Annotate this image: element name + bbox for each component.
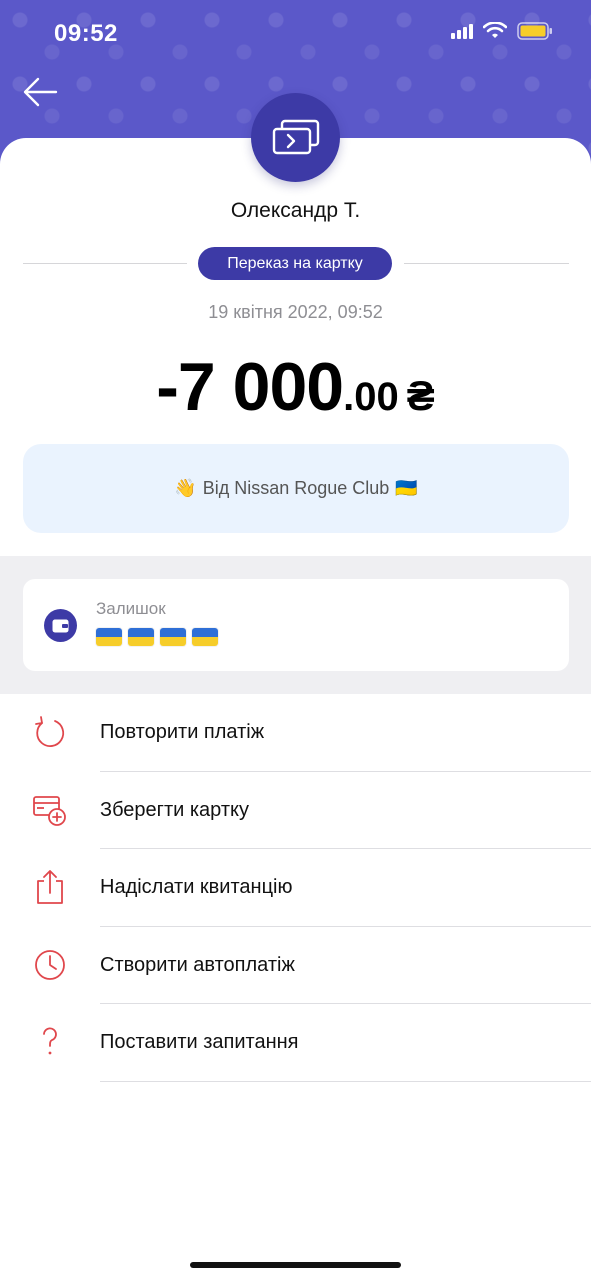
action-label: Поставити запитання [100,1031,299,1053]
action-label: Зберегти картку [100,798,249,821]
action-repeat-payment[interactable]: Повторити платіж [0,694,591,772]
action-save-card[interactable]: Зберегти картку [0,772,591,849]
status-bar: 09:52 [0,0,591,66]
ukraine-flag-emoji: 🇺🇦 [395,478,418,498]
wallet-icon [44,609,77,642]
status-time: 09:52 [54,20,118,47]
recipient-name: Олександр Т. [230,199,361,222]
transaction-avatar [251,93,340,182]
battery-icon [517,22,552,40]
transaction-amount: -7 000.00 ₴ [0,348,591,426]
transaction-comment: 👋 Від Nissan Rogue Club 🇺🇦 [23,444,569,533]
transaction-date: 19 квітня 2022, 09:52 [208,302,383,322]
amount-integer: -7 000 [156,349,344,425]
balance-card: Залишок [23,579,569,671]
separator [100,1080,591,1082]
action-label: Повторити платіж [100,721,265,743]
question-icon [43,1027,57,1055]
action-send-receipt[interactable]: Надіслати квитанцію [0,849,591,927]
ukraine-flag [192,628,218,646]
balance-label: Залишок [96,599,166,618]
ukraine-flag [160,628,186,646]
clock-icon [35,949,65,980]
signal-icon [451,24,473,39]
home-indicator [190,1262,401,1268]
divider-right [404,263,569,264]
amount-decimal: .00 [343,375,399,419]
transaction-type-badge: Переказ на картку [198,247,392,280]
comment-text: Від Nissan Rogue Club [202,478,390,498]
repeat-icon [35,716,65,747]
save-card-icon [33,795,66,826]
currency-symbol: ₴ [406,372,435,419]
card-transfer-icon [272,119,319,154]
action-label: Створити автоплатіж [100,953,295,976]
balance-flags [96,628,218,646]
wifi-icon [483,22,507,38]
arrow-left-icon[interactable] [22,74,58,110]
ukraine-flag [96,628,122,646]
action-ask-question[interactable]: Поставити запитання [0,1004,591,1082]
actions-list: Повторити платіж Зберегти картку Надісла… [0,694,591,1082]
action-create-autopayment[interactable]: Створити автоплатіж [0,927,591,1004]
action-label: Надіслати квитанцію [100,876,293,898]
wave-emoji: 👋 [174,478,197,498]
share-icon [37,870,63,904]
status-icons [451,22,553,40]
ukraine-flag [128,628,154,646]
divider-left [23,263,187,264]
